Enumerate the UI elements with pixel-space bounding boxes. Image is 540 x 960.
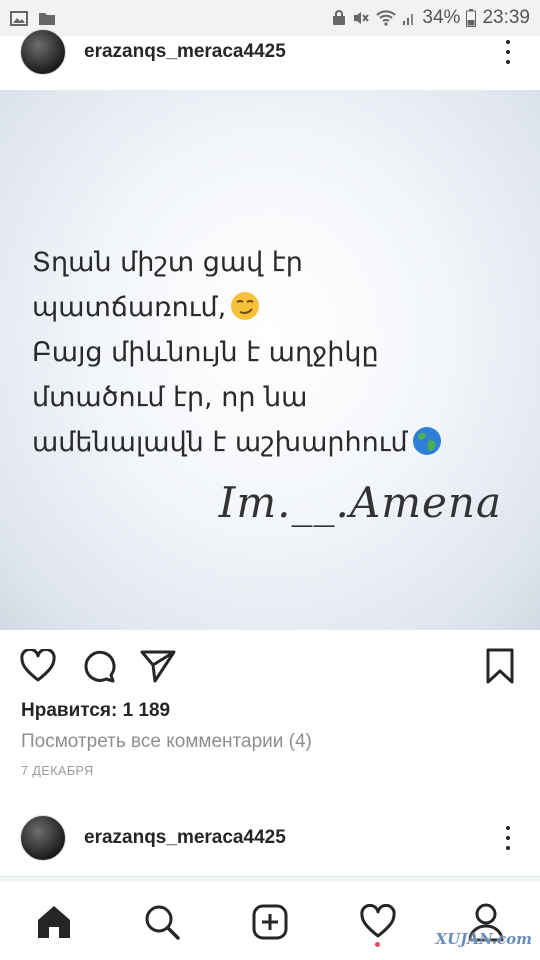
post-username[interactable]: erazanqs_meraca4425 <box>84 827 496 849</box>
quote-line-2-text: պատճառում, <box>32 292 227 323</box>
notification-dot <box>375 942 380 947</box>
more-options-icon[interactable] <box>496 823 520 853</box>
mute-icon <box>354 12 370 24</box>
quote-line-5-text: ամենալավն է աշխարհում <box>32 427 408 458</box>
share-icon[interactable] <box>138 646 178 686</box>
avatar[interactable] <box>20 815 66 861</box>
post-image[interactable]: Տղան միշտ ցավ էր պատճառում, Բայց միևնույ… <box>0 90 540 630</box>
image-icon <box>10 10 28 26</box>
view-comments-link[interactable]: Посмотреть все комментарии (4) <box>21 731 312 753</box>
avatar[interactable] <box>20 29 66 75</box>
battery-icon <box>466 9 477 27</box>
home-icon[interactable] <box>32 900 76 944</box>
like-icon[interactable] <box>18 646 58 686</box>
post-date: 7 ДЕКАБРЯ <box>21 764 94 778</box>
quote-line-4: մտածում էր, որ նա <box>32 382 308 413</box>
bookmark-icon[interactable] <box>480 646 520 686</box>
post-actions <box>0 640 540 692</box>
quote-line-2: պատճառում, <box>32 285 512 330</box>
quote-line-1: Տղան միշտ ցավ էր <box>32 247 303 278</box>
smirk-emoji-icon <box>231 292 260 320</box>
lock-icon <box>333 10 346 25</box>
add-post-icon[interactable] <box>248 900 292 944</box>
quote-line-5: ամենալավն է աշխարհում <box>32 420 512 465</box>
more-options-icon[interactable] <box>496 37 520 67</box>
signal-icon <box>403 14 414 25</box>
signature: Im.__.Amena <box>218 478 502 527</box>
post-header: erazanqs_meraca4425 <box>0 26 540 78</box>
search-icon[interactable] <box>140 900 184 944</box>
watermark: XUJAN.com <box>435 930 532 948</box>
wifi-icon <box>376 10 397 26</box>
comment-icon[interactable] <box>78 646 118 686</box>
next-post-header: erazanqs_meraca4425 <box>0 812 540 864</box>
post-username[interactable]: erazanqs_meraca4425 <box>84 41 496 63</box>
quote-line-3: Բայց միևնույն է աղջիկը <box>32 337 379 368</box>
folder-icon <box>39 12 55 25</box>
bottom-nav <box>0 882 540 960</box>
activity-heart-icon[interactable] <box>356 900 400 944</box>
likes-count[interactable]: Нравится: 1 189 <box>21 700 170 722</box>
globe-emoji-icon <box>412 427 441 455</box>
quote-text: Տղան միշտ ցավ էր պատճառում, Բայց միևնույ… <box>32 240 512 465</box>
